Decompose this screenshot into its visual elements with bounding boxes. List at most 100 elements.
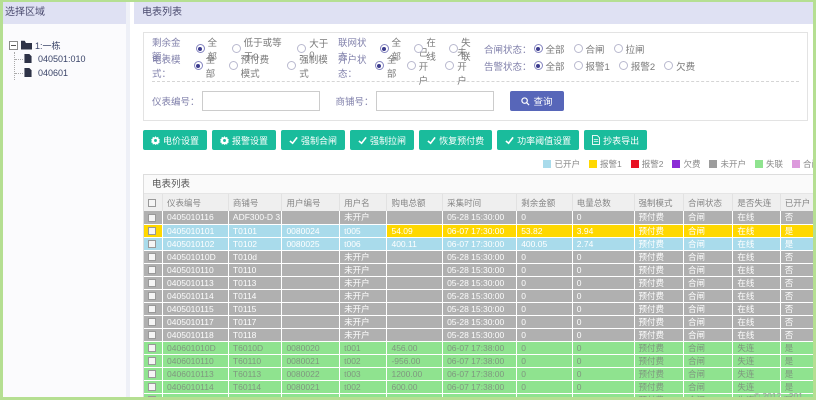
radio-icon[interactable] [533, 44, 543, 53]
radio-icon[interactable] [445, 61, 455, 70]
checkbox-cell [144, 328, 164, 342]
table-row[interactable]: 0405010114 T0114 未开户 05-28 15:30:00 0 0 预付费 合闸在… [144, 289, 813, 303]
column-header: 用户编号 [281, 194, 341, 211]
row-checkbox[interactable] [148, 266, 156, 275]
row-checkbox[interactable] [148, 305, 156, 314]
radio-icon[interactable] [664, 61, 674, 70]
toolbar-button[interactable]: 报警设置 [212, 130, 277, 150]
radio-option[interactable]: 强制模式 [287, 52, 329, 80]
legend-swatch [709, 160, 718, 168]
table-row[interactable]: 0405010113 T0113 未开户 05-28 15:30:00 0 0 预付费 合闸在… [144, 276, 813, 290]
table-row[interactable]: 0405010118 T0118 未开户 05-28 15:30:00 0 0 预付费 合闸在… [144, 328, 813, 342]
table-cell: 0405010118 [162, 328, 229, 342]
radio-option[interactable]: 报警1 [573, 59, 610, 73]
radio-icon[interactable] [193, 61, 203, 70]
radio-icon[interactable] [573, 61, 583, 70]
row-checkbox[interactable] [148, 331, 156, 340]
radio-icon[interactable] [406, 61, 416, 70]
checkbox-header [144, 194, 164, 211]
table-row[interactable]: 0406010114 T60114 0080021 t002 600.00 06-07 1… [144, 380, 813, 394]
tree-root-node[interactable]: 1:一栋 [9, 38, 122, 52]
row-checkbox[interactable] [148, 344, 156, 353]
table-cell: 0080023 [281, 393, 341, 397]
legend-label: 未开户 [720, 159, 746, 169]
tree-node-label[interactable]: 1:一栋 [35, 39, 61, 52]
table-cell: 合闸 [683, 328, 734, 342]
tree-leaf-node[interactable]: 040501:010 [15, 52, 122, 66]
meter-table: 仪表编号 商铺号 用户编号 用户名 购电总额 采集时间 剩余金额 电量总数 强制模式 合闸状态 是否… [144, 194, 813, 397]
tree-leaf-node[interactable]: 040601 [15, 66, 122, 80]
row-checkbox[interactable] [148, 370, 156, 379]
toolbar-button[interactable]: 抄表导出 [584, 130, 648, 150]
table-row[interactable]: 0405010117 T0117 未开户 05-28 15:30:00 0 0 预付费 合闸在… [144, 315, 813, 329]
row-checkbox[interactable] [148, 383, 156, 392]
radio-icon[interactable] [231, 44, 241, 53]
radio-option[interactable]: 欠费 [664, 59, 695, 73]
select-all-checkbox[interactable] [148, 199, 156, 208]
radio-option[interactable]: 合闸 [573, 42, 605, 56]
table-row[interactable]: 040501010D T010d 未开户 05-28 15:30:00 0 0 预付费 合闸在… [144, 250, 813, 264]
table-cell: 否 [780, 328, 813, 342]
radio-icon[interactable] [573, 44, 583, 53]
table-row[interactable]: 0405010110 T0110 未开户 05-28 15:30:00 0 0 预付费 合闸在… [144, 263, 813, 277]
row-checkbox[interactable] [148, 279, 156, 288]
shop-no-input[interactable] [375, 91, 494, 111]
table-cell: t006 [339, 237, 388, 251]
tree-node-label[interactable]: 040601 [38, 68, 68, 78]
radio-icon[interactable] [613, 44, 623, 53]
table-row[interactable]: 0406010110 T60110 0080021 t002 -956.00 06-07 … [144, 354, 813, 368]
query-button[interactable]: 查询 [509, 91, 564, 111]
radio-option[interactable]: 拉闸 [613, 42, 645, 56]
meter-no-input[interactable] [201, 91, 320, 111]
table-cell [386, 289, 444, 303]
collapse-icon[interactable] [9, 40, 18, 50]
table-cell [386, 211, 444, 225]
table-row[interactable]: 0405010116 ADF300-D 3 未开户 05-28 15:30:00 0 0 预… [144, 211, 813, 225]
radio-option[interactable]: 全部 [533, 59, 565, 73]
table-row[interactable]: 0406010113 T60113 0080022 t003 1200.00 06-07 … [144, 367, 813, 381]
radio-option[interactable]: 预付费模式 [228, 52, 279, 80]
tree-node-label[interactable]: 040501:010 [38, 54, 86, 64]
toolbar-button[interactable]: 强制合闸 [281, 130, 346, 150]
table-cell: 合闸 [683, 341, 734, 355]
row-checkbox[interactable] [148, 357, 156, 366]
row-checkbox[interactable] [148, 227, 156, 236]
radio-icon[interactable] [533, 61, 543, 70]
table-cell: 040501010D [162, 250, 229, 264]
radio-icon[interactable] [195, 44, 205, 53]
table-cell [386, 276, 444, 290]
radio-icon[interactable] [379, 44, 389, 53]
table-cell: 0 [516, 263, 573, 277]
table-row[interactable]: 0405010102 T0102 0080025 t006 400.11 06-07 17… [144, 237, 813, 251]
radio-option[interactable]: 全部 [193, 52, 220, 80]
toolbar-button[interactable]: 强制拉闸 [350, 130, 415, 150]
table-cell: 06-07 17:38:00 [442, 367, 518, 381]
table-cell [386, 315, 444, 329]
radio-icon[interactable] [618, 61, 628, 70]
row-checkbox[interactable] [148, 253, 156, 262]
row-checkbox[interactable] [148, 214, 156, 222]
table-row[interactable]: 0405010115 T0115 未开户 05-28 15:30:00 0 0 预付费 合闸在… [144, 302, 813, 316]
table-row[interactable]: 0405010101 T0101 0080024 t005 54.09 06-07 17:… [144, 224, 813, 238]
table-cell: 1200.00 [386, 367, 444, 381]
row-checkbox[interactable] [148, 396, 156, 397]
table-row[interactable]: 040601010D T6010D 0080020 t001 456.00 06-07 1… [144, 341, 813, 355]
radio-icon[interactable] [228, 61, 238, 70]
row-checkbox[interactable] [148, 318, 156, 327]
toolbar-button[interactable]: 电价设置 [143, 130, 208, 150]
radio-option[interactable]: 全部 [374, 52, 398, 80]
filter-group: 合闸状态： 全部 合闸 拉闸 [484, 42, 654, 56]
radio-option[interactable]: 全部 [533, 42, 565, 56]
row-checkbox[interactable] [148, 292, 156, 301]
radio-icon[interactable] [287, 61, 297, 70]
radio-option[interactable]: 报警2 [618, 59, 655, 73]
table-cell: 456.00 [386, 341, 444, 355]
table-cell: 0 [516, 341, 573, 355]
table-cell: T0113 [228, 276, 283, 290]
toolbar-button[interactable]: 恢复预付费 [419, 130, 493, 150]
table-row[interactable]: 0406010115T601150080023t0042444.0006-07 … [144, 393, 813, 397]
radio-icon[interactable] [374, 61, 384, 70]
row-checkbox[interactable] [148, 240, 156, 249]
toolbar-button[interactable]: 功率阈值设置 [497, 130, 580, 150]
column-header: 是否失连 [732, 194, 781, 211]
